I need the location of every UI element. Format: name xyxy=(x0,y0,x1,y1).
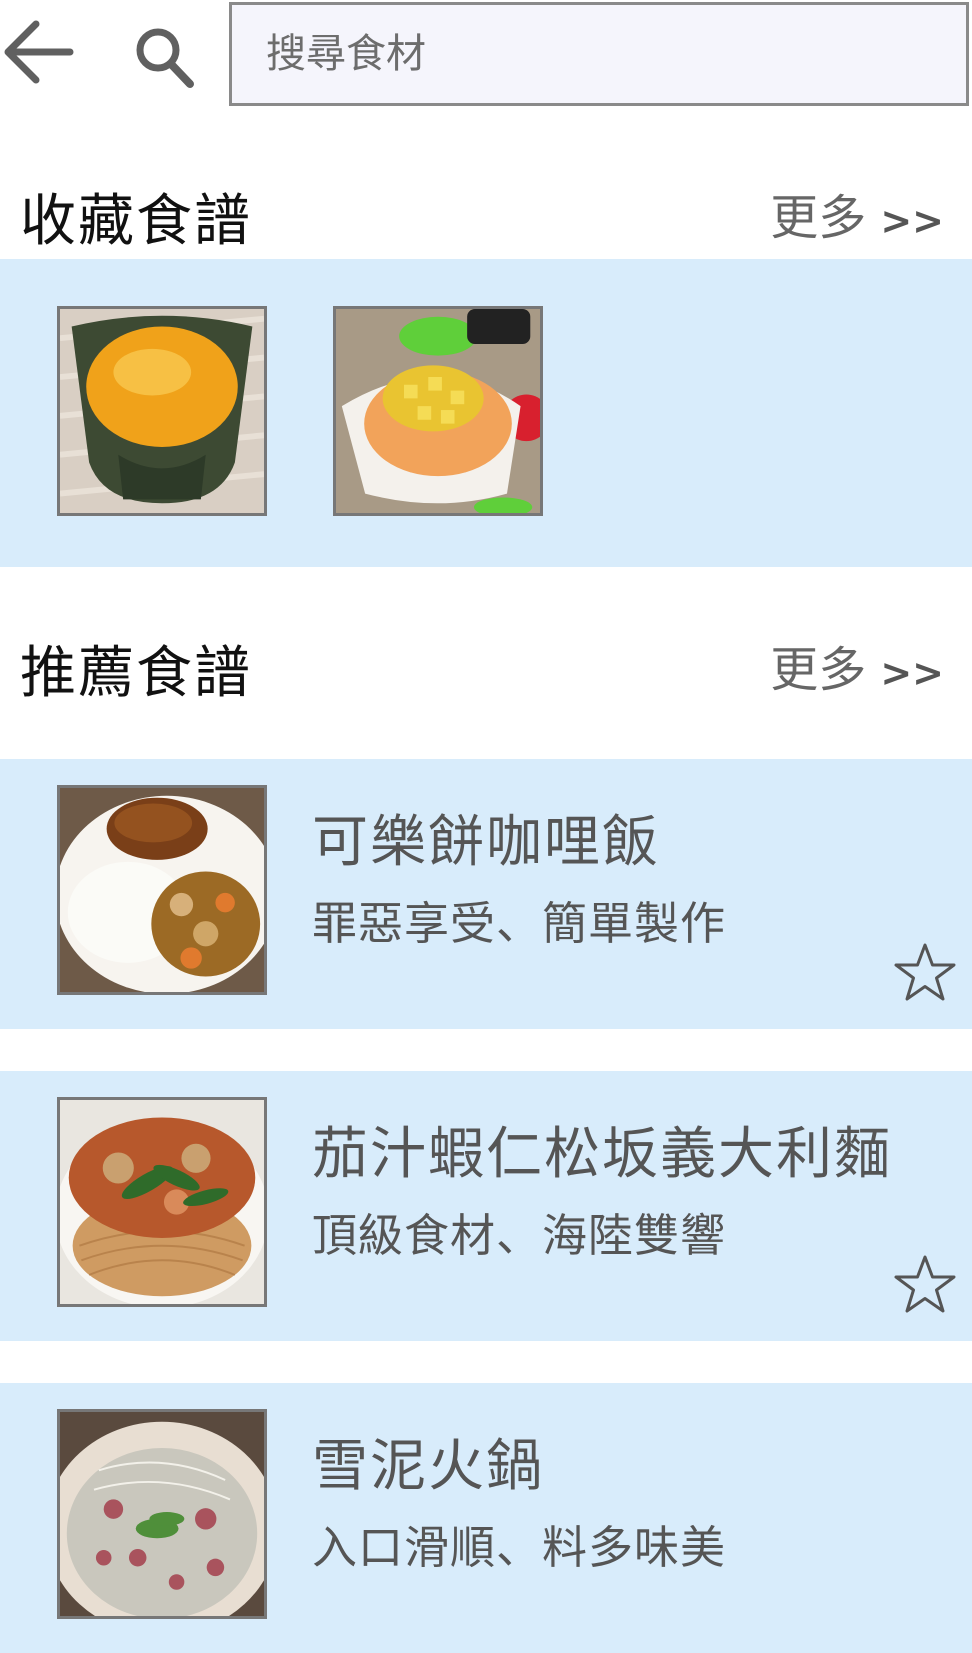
more-label: 更多 xyxy=(770,190,867,246)
magnifier-icon xyxy=(136,28,194,88)
recipe-card[interactable]: 茄汁蝦仁松坂義大利麵 頂級食材、海陸雙響 xyxy=(0,1071,972,1341)
recommended-title: 推薦食譜 xyxy=(20,641,252,706)
arrow-left-icon xyxy=(4,20,74,84)
star-outline-icon xyxy=(894,1255,956,1313)
mango-shaved-ice-photo xyxy=(336,309,540,513)
top-bar xyxy=(0,0,972,110)
recipe-title: 茄汁蝦仁松坂義大利麵 xyxy=(312,1122,892,1187)
recipe-subtitle: 頂級食材、海陸雙響 xyxy=(312,1209,727,1262)
back-button[interactable] xyxy=(0,16,78,88)
search-button[interactable] xyxy=(132,26,198,92)
tomato-shrimp-pasta-photo xyxy=(60,1100,264,1304)
recipe-title: 雪泥火鍋 xyxy=(312,1434,544,1499)
more-arrows: >> xyxy=(880,199,944,243)
favorites-more-link[interactable]: 更多 >> xyxy=(770,178,944,248)
favorite-toggle[interactable] xyxy=(892,941,958,1007)
recipe-title: 可樂餅咖哩飯 xyxy=(312,810,660,875)
recipe-thumbnail xyxy=(57,785,267,995)
recipe-subtitle: 罪惡享受、簡單製作 xyxy=(312,897,727,950)
favorites-strip xyxy=(0,259,972,567)
search-input[interactable] xyxy=(229,2,969,106)
more-label: 更多 xyxy=(770,642,867,698)
favorite-toggle[interactable] xyxy=(892,1253,958,1319)
hotpot-photo xyxy=(60,1412,264,1616)
recipe-subtitle: 入口滑順、料多味美 xyxy=(312,1521,727,1574)
mango-juice-photo xyxy=(60,309,264,513)
more-arrows: >> xyxy=(880,651,944,695)
recommended-more-link[interactable]: 更多 >> xyxy=(770,630,944,700)
recipe-card[interactable]: 雪泥火鍋 入口滑順、料多味美 xyxy=(0,1383,972,1653)
recipe-card[interactable]: 可樂餅咖哩飯 罪惡享受、簡單製作 xyxy=(0,759,972,1029)
favorite-recipe-mango-juice[interactable] xyxy=(57,306,267,516)
star-outline-icon xyxy=(894,943,956,1001)
recipe-thumbnail xyxy=(57,1409,267,1619)
croquette-curry-rice-photo xyxy=(60,788,264,992)
recipe-thumbnail xyxy=(57,1097,267,1307)
favorite-recipe-mango-ice[interactable] xyxy=(333,306,543,516)
favorites-title: 收藏食譜 xyxy=(20,189,252,254)
